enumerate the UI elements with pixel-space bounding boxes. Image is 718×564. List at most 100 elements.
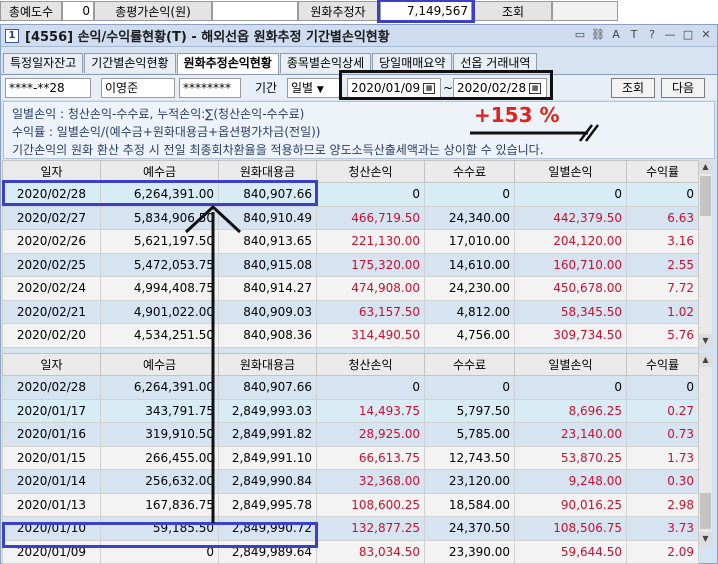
date-cell: 2020/02/28 [2, 375, 101, 400]
daily-pnl-cell: 309,734.50 [514, 323, 627, 348]
period-select[interactable]: 일별 ▼ [287, 78, 341, 98]
column-header[interactable]: 수수료 [424, 160, 515, 183]
scroll-down-icon[interactable]: ▼ [699, 334, 712, 348]
next-button[interactable]: 다음 [661, 78, 705, 98]
calendar-icon[interactable]: ▦ [423, 83, 436, 94]
minimize-icon[interactable]: — [663, 28, 677, 42]
table-row[interactable]: 2020/02/27 5,834,906.50 840,910.49 466,719.… [2, 205, 699, 230]
table-row[interactable]: 2020/01/15 266,455.00 2,849,991.10 66,613.7… [2, 445, 699, 470]
table-row[interactable]: 2020/01/13 167,836.75 2,849,995.78 108,600.… [2, 492, 699, 517]
realized-pnl-cell: 83,034.50 [316, 539, 425, 564]
calendar-icon[interactable]: ▦ [529, 83, 542, 94]
column-header[interactable]: 일별손익 [514, 353, 627, 376]
total-deposit-value: 0 [62, 1, 94, 21]
start-date-input[interactable]: 2020/01/09 ▦ [347, 78, 441, 98]
title-bar: 1 [4556] 손익/수익률현황(T) - 해외선옵 원화추정 기간별손익현황… [1, 25, 717, 47]
search-button[interactable]: 조회 [611, 78, 655, 98]
font-icon[interactable]: A [609, 28, 623, 42]
daily-pnl-cell: 9,248.00 [514, 469, 627, 494]
scroll-thumb[interactable] [700, 493, 711, 529]
maximize-icon[interactable]: □ [681, 28, 695, 42]
scroll-up-icon[interactable]: ▲ [699, 353, 712, 367]
table-header: 일자 예수금 원화대용금 청산손익 수수료 일별손익 수익률 [2, 160, 699, 183]
scrollbar-bottom[interactable]: ▲ ▼ [698, 353, 712, 546]
realized-pnl-cell: 132,877.25 [316, 516, 425, 541]
column-header[interactable]: 청산손익 [316, 353, 425, 376]
date-separator: ~ [443, 81, 454, 95]
scroll-up-icon[interactable]: ▲ [699, 160, 712, 174]
table-row[interactable]: 2020/01/14 256,632.00 2,849,990.84 32,368.0… [2, 469, 699, 494]
column-header[interactable]: 수수료 [424, 353, 515, 376]
title-icons: ▭ ⛓ A T ? — □ ✕ [573, 28, 713, 42]
table-row[interactable]: 2020/02/28 6,264,391.00 840,907.66 0 0 0 0 [2, 182, 699, 207]
return-rate-cell: 5.76 [626, 323, 699, 348]
date-cell: 2020/02/28 [2, 182, 101, 207]
pnl-table-early: 일자 예수금 원화대용금 청산손익 수수료 일별손익 수익률 2020/02/28 6,264… [2, 353, 699, 564]
table-row[interactable]: 2020/02/25 5,472,053.75 840,915.08 175,320.… [2, 252, 699, 277]
column-header[interactable]: 수익률 [626, 160, 699, 183]
column-header[interactable]: 수익률 [626, 353, 699, 376]
krw-sub-cell: 840,913.65 [218, 229, 317, 254]
column-header[interactable]: 일자 [2, 353, 101, 376]
text-icon[interactable]: T [627, 28, 641, 42]
table-row[interactable]: 2020/01/09 0 2,849,989.64 83,034.50 23,390.0… [2, 539, 699, 564]
tab-krw-estimate-pnl[interactable]: 원화추정손익현황 [176, 53, 279, 74]
table-row[interactable]: 2020/02/26 5,621,197.50 840,913.65 221,130.… [2, 229, 699, 254]
deposit-cell: 256,632.00 [100, 469, 219, 494]
account-select[interactable]: ****-**28 [5, 78, 91, 98]
close-icon[interactable]: ✕ [699, 28, 713, 42]
deposit-cell: 0 [100, 539, 219, 564]
table-row[interactable]: 2020/02/21 4,901,022.00 840,909.03 63,157.5… [2, 299, 699, 324]
help-icon[interactable]: ? [645, 28, 659, 42]
deposit-cell: 6,264,391.00 [100, 182, 219, 207]
scrollbar-top[interactable]: ▲ ▼ [698, 160, 712, 348]
table-row[interactable]: 2020/01/10 59,185.50 2,849,990.72 132,877.2… [2, 516, 699, 541]
pnl-table-recent: 일자 예수금 원화대용금 청산손익 수수료 일별손익 수익률 2020/02/28 6,264… [2, 160, 699, 371]
column-header[interactable]: 예수금 [100, 160, 219, 183]
column-header[interactable]: 원화대용금 [218, 160, 317, 183]
link-icon[interactable]: ⛓ [591, 28, 605, 42]
column-header[interactable]: 원화대용금 [218, 353, 317, 376]
return-rate-cell: 3.73 [626, 516, 699, 541]
notes-panel: 일별손익 : 청산손익-수수료, 누적손익:∑(청산손익-수수료) 수익률 : … [3, 101, 715, 159]
table-row[interactable]: 2020/01/16 319,910.50 2,849,991.82 28,925.0… [2, 422, 699, 447]
krw-sub-cell: 2,849,993.03 [218, 398, 317, 423]
tab-period-pnl[interactable]: 기간별손익현황 [84, 53, 176, 73]
tab-futures-history[interactable]: 선옵 거래내역 [453, 53, 538, 73]
fee-cell: 4,756.00 [424, 323, 515, 348]
tab-specific-date-balance[interactable]: 특정일자잔고 [3, 53, 84, 73]
krw-sub-cell: 840,915.08 [218, 252, 317, 277]
note-disclaimer: 기간손익의 원화 환산 추정 시 전일 최종회차환율을 적용하므로 양도소득산출… [12, 143, 544, 157]
scroll-down-icon[interactable]: ▼ [699, 532, 712, 546]
daily-pnl-cell: 23,140.00 [514, 422, 627, 447]
column-header[interactable]: 일별손익 [514, 160, 627, 183]
date-cell: 2020/02/25 [2, 252, 101, 277]
table-row[interactable]: 2020/02/20 4,534,251.50 840,908.36 314,490.… [2, 323, 699, 348]
table-row[interactable]: 2020/02/28 6,264,391.00 840,907.66 0 0 0 0 [2, 375, 699, 400]
return-rate-cell: 3.16 [626, 229, 699, 254]
column-header[interactable]: 청산손익 [316, 160, 425, 183]
column-header[interactable]: 예수금 [100, 353, 219, 376]
column-header[interactable]: 일자 [2, 160, 101, 183]
summary-search-button[interactable]: 조회 [474, 1, 552, 21]
realized-pnl-cell: 175,320.00 [316, 252, 425, 277]
return-rate-cell: 2.98 [626, 492, 699, 517]
krw-sub-cell: 2,849,990.84 [218, 469, 317, 494]
return-rate-cell: 7.72 [626, 276, 699, 301]
krw-sub-cell: 840,914.27 [218, 276, 317, 301]
period-label: 기간 [255, 81, 278, 95]
realized-pnl-cell: 28,925.00 [316, 422, 425, 447]
note-return-rate: 수익률 : 일별손익/(예수금+원화대용금+옵션평가차금(전일)) [12, 125, 321, 139]
return-rate-cell: 1.73 [626, 445, 699, 470]
restore-icon[interactable]: ▭ [573, 28, 587, 42]
date-cell: 2020/02/21 [2, 299, 101, 324]
table-row[interactable]: 2020/02/24 4,994,408.75 840,914.27 474,908.… [2, 276, 699, 301]
scroll-thumb[interactable] [700, 176, 711, 216]
account-name-field: 이영준 [101, 78, 175, 98]
tab-item-pnl-detail[interactable]: 종목별손익상세 [279, 53, 372, 73]
tab-daily-trade-summary[interactable]: 당일매매요약 [372, 53, 453, 73]
return-rate-cell: 0 [626, 182, 699, 207]
table-row[interactable]: 2020/01/17 343,791.75 2,849,993.03 14,493.7… [2, 398, 699, 423]
end-date-input[interactable]: 2020/02/28 ▦ [453, 78, 547, 98]
password-field[interactable]: ******** [179, 78, 241, 98]
